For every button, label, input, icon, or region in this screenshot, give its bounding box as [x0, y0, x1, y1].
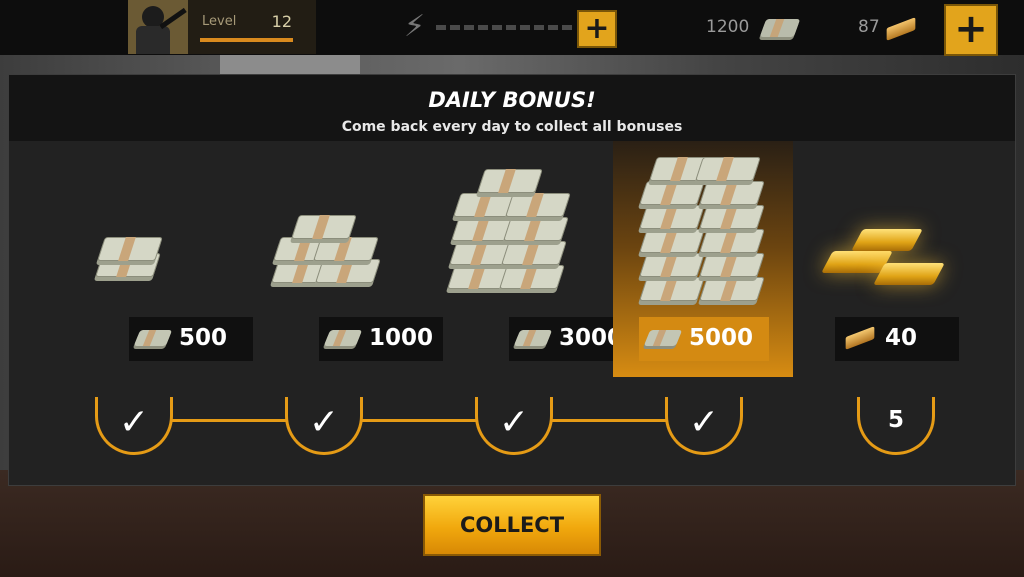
top-hud-bar: Level 12 ⚡ + 1200 87 +	[0, 0, 1024, 56]
gold-bars-image	[805, 141, 995, 311]
gold-bar-icon	[845, 326, 875, 350]
energy-bar	[436, 25, 572, 30]
level-value: 12	[271, 12, 292, 31]
reward-value-pill: 500	[129, 317, 253, 361]
gold-count: 87	[858, 17, 880, 37]
energy-segment	[520, 25, 530, 30]
cash-count: 1200	[706, 17, 750, 37]
energy-segment	[492, 25, 502, 30]
energy-segment	[436, 25, 446, 30]
energy-segment	[478, 25, 488, 30]
energy-segment	[450, 25, 460, 30]
bonus-progress-track: ✓ ✓ ✓ ✓ 5	[9, 397, 1015, 487]
cash-stack-small-image	[71, 141, 261, 311]
player-avatar[interactable]	[128, 0, 188, 54]
check-icon: ✓	[118, 402, 150, 443]
track-connector	[171, 419, 291, 422]
check-icon: ✓	[498, 402, 530, 443]
reward-day-2: 1000	[261, 141, 451, 377]
cash-icon	[513, 330, 553, 346]
cash-icon	[133, 330, 173, 346]
cash-icon	[759, 19, 801, 37]
collect-button[interactable]: COLLECT	[423, 494, 601, 556]
reward-day-4: 5000	[613, 141, 793, 377]
cash-icon	[643, 330, 683, 346]
energy-segment	[548, 25, 558, 30]
reward-value-pill: 5000	[639, 317, 769, 361]
reward-day-1: 500	[71, 141, 261, 377]
plus-icon: +	[954, 6, 988, 52]
check-icon: ✓	[308, 402, 340, 443]
reward-value-pill: 40	[835, 317, 959, 361]
daily-bonus-dialog: DAILY BONUS! Come back every day to coll…	[8, 74, 1016, 486]
dialog-title: DAILY BONUS!	[428, 88, 596, 112]
bolt-icon: ⚡	[404, 9, 426, 44]
level-progress-bar	[200, 38, 293, 42]
plus-icon: +	[584, 11, 610, 46]
energy-segment	[534, 25, 544, 30]
next-day-number: 5	[887, 407, 904, 433]
energy-segment	[506, 25, 516, 30]
reward-day-5: 40	[805, 141, 995, 377]
track-connector	[551, 419, 671, 422]
reward-value-pill: 1000	[319, 317, 443, 361]
reward-value: 40	[885, 325, 918, 351]
cash-stack-medium-image	[261, 141, 451, 311]
level-panel: Level 12	[188, 0, 316, 54]
dialog-subtitle: Come back every day to collect all bonus…	[341, 119, 683, 135]
gold-bar-icon	[886, 17, 916, 41]
reward-value: 500	[179, 325, 228, 351]
energy-segment	[464, 25, 474, 30]
add-gold-button[interactable]: +	[944, 4, 998, 56]
add-energy-button[interactable]: +	[577, 10, 617, 48]
cash-icon	[323, 330, 363, 346]
check-icon: ✓	[688, 402, 720, 443]
reward-value: 5000	[689, 325, 754, 351]
reward-value: 1000	[369, 325, 434, 351]
dialog-header: DAILY BONUS! Come back every day to coll…	[9, 75, 1015, 141]
avatar-body	[136, 26, 170, 54]
track-connector	[361, 419, 481, 422]
level-label: Level	[202, 14, 237, 29]
cash-stack-huge-image	[613, 141, 803, 311]
energy-segment	[562, 25, 572, 30]
